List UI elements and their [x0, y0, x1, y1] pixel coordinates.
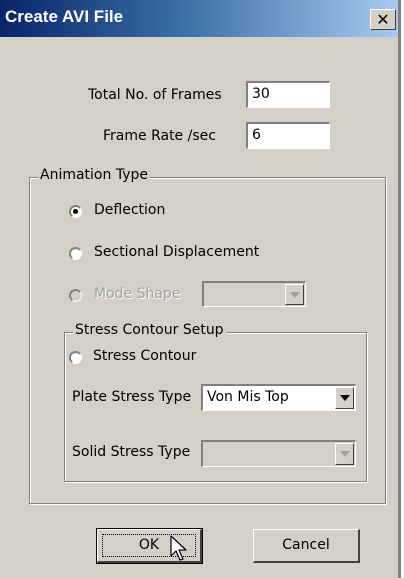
- chevron-down-icon: [285, 284, 304, 305]
- stress-contour-legend: Stress Contour Setup: [73, 322, 226, 338]
- create-avi-dialog: Create AVI File ✕ Total No. of Frames 30…: [0, 0, 401, 578]
- radio-sectional-displacement-label: Sectional Displacement: [94, 244, 260, 260]
- frame-rate-input[interactable]: 6: [246, 122, 330, 149]
- solid-stress-label: Solid Stress Type: [72, 444, 191, 460]
- plate-stress-label: Plate Stress Type: [72, 389, 192, 405]
- mode-shape-select: [202, 281, 306, 307]
- total-frames-label: Total No. of Frames: [88, 87, 222, 103]
- radio-deflection-control[interactable]: [69, 205, 82, 218]
- animation-type-legend: Animation Type: [38, 167, 150, 183]
- cancel-button-label: Cancel: [282, 537, 330, 553]
- chevron-down-icon: [335, 443, 354, 465]
- radio-stress-contour-label: Stress Contour: [93, 348, 197, 364]
- close-button[interactable]: ✕: [370, 9, 396, 30]
- ok-button-label: OK: [138, 537, 160, 553]
- window-title: Create AVI File: [5, 7, 124, 26]
- frame-rate-label: Frame Rate /sec: [103, 128, 216, 144]
- radio-sectional-displacement-control[interactable]: [69, 247, 82, 260]
- frame-rate-value: 6: [252, 127, 261, 143]
- mouse-pointer-icon: [170, 535, 187, 561]
- title-bar[interactable]: Create AVI File ✕: [0, 0, 398, 37]
- radio-deflection-label: Deflection: [94, 202, 166, 218]
- total-frames-value: 30: [252, 86, 270, 102]
- cancel-button[interactable]: Cancel: [253, 529, 360, 563]
- plate-stress-select[interactable]: Von Mis Top: [201, 384, 356, 411]
- radio-stress-contour-control[interactable]: [69, 351, 82, 364]
- plate-stress-value: Von Mis Top: [207, 389, 289, 405]
- total-frames-input[interactable]: 30: [246, 81, 330, 108]
- radio-mode-shape-label: Mode Shape: [94, 286, 181, 302]
- radio-selected-dot: [73, 209, 78, 214]
- chevron-down-icon[interactable]: [335, 387, 354, 409]
- close-icon: ✕: [376, 10, 390, 29]
- radio-mode-shape-control: [69, 289, 82, 302]
- solid-stress-select: [201, 440, 356, 467]
